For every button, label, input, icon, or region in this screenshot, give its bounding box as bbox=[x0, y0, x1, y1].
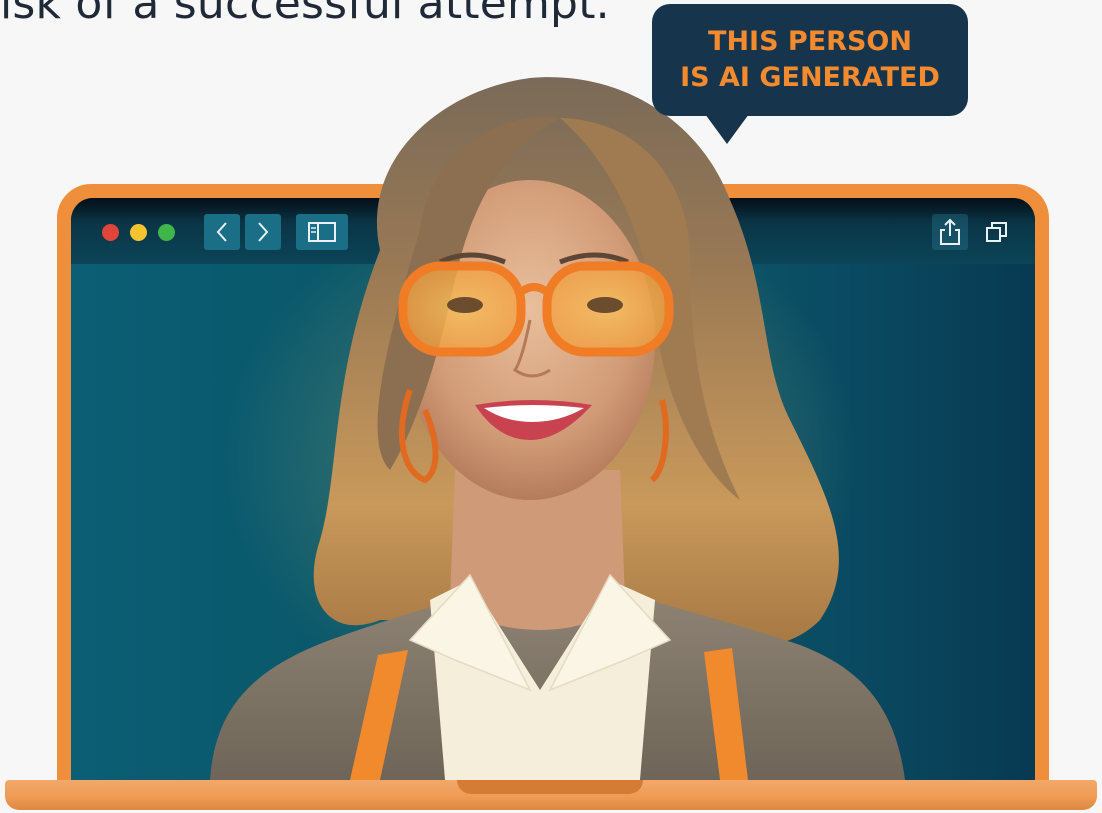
ai-generated-portrait bbox=[210, 77, 905, 780]
laptop-base-notch bbox=[457, 780, 643, 794]
ai-generated-speech-bubble: THIS PERSON IS AI GENERATED bbox=[652, 4, 968, 116]
bubble-line-2: IS AI GENERATED bbox=[680, 62, 940, 93]
speech-bubble-tail bbox=[705, 114, 749, 144]
bubble-line-1: THIS PERSON bbox=[708, 26, 912, 57]
laptop-base bbox=[5, 780, 1097, 810]
